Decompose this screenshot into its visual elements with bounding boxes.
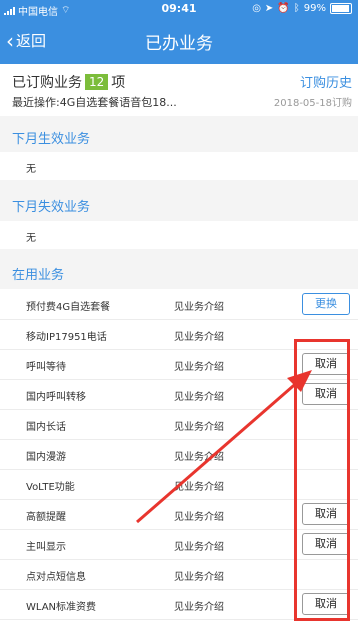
annotation-arrow	[136, 370, 312, 524]
